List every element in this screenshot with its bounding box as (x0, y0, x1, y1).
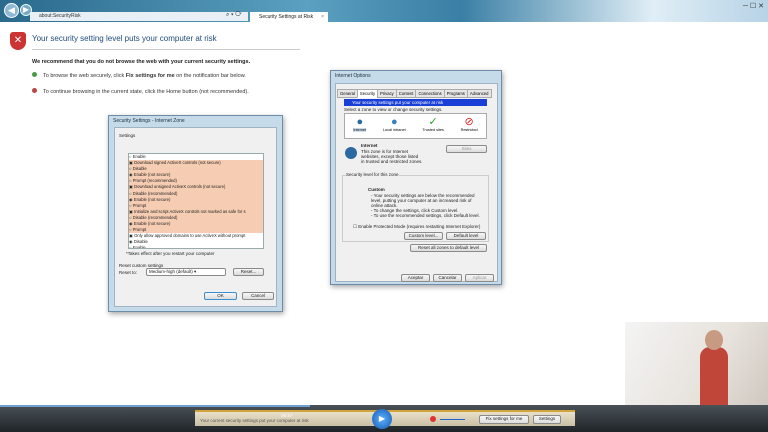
tab-privacy[interactable]: Privacy (377, 89, 397, 98)
search-refresh-icons[interactable]: ⌕ ▾ ⟳ (226, 12, 242, 19)
time-display: 05:47 (281, 413, 293, 418)
zone-local-intranet[interactable]: ● Local intranet (383, 114, 406, 138)
reset-to-select[interactable]: Medium-high (default) ▾ (146, 268, 226, 276)
volume-icon[interactable] (430, 416, 436, 422)
red-shield-icon (32, 88, 37, 93)
custom-level-button[interactable]: Custom level... (404, 232, 443, 240)
zone-description: This zone is for Internet websites, exce… (361, 149, 423, 164)
settings-button[interactable]: Settings (533, 415, 561, 424)
divider (32, 49, 300, 50)
zone-icon: ● (390, 116, 398, 128)
webcam-inset (625, 322, 768, 405)
settings-list[interactable]: ○ Enable ▣ Download signed ActiveX contro… (128, 153, 264, 249)
settings-list-row[interactable]: ○ Enable (129, 245, 263, 248)
zone-internet[interactable]: ● Internet (353, 114, 367, 138)
zone-name: Internet (361, 143, 378, 148)
select-zone-text: Select a zone to view or change security… (344, 107, 443, 112)
address-bar[interactable]: about:SecurityRisk (30, 12, 248, 21)
zone-label: Restricted (460, 128, 478, 132)
notification-text: Your current security settings put your … (200, 418, 309, 423)
tab-programs[interactable]: Programs (443, 89, 468, 98)
zone-trusted-sites[interactable]: ✓ Trusted sites (422, 114, 444, 138)
reset-to-value: Medium-high (default) (149, 269, 193, 274)
green-shield-icon (32, 72, 37, 77)
play-button[interactable]: ▶ (372, 409, 392, 429)
presenter (700, 347, 728, 405)
fix-settings-button[interactable]: Fix settings for me (479, 415, 529, 424)
ok-button[interactable]: OK (204, 292, 237, 300)
level-desc-line: - To use the recommended settings, click… (371, 213, 480, 218)
sites-button[interactable]: Sites (446, 145, 487, 153)
cancel-button[interactable]: Cancelar (433, 274, 462, 282)
zone-icon: ✓ (428, 116, 438, 128)
tab-content[interactable]: Content (395, 89, 417, 98)
zone-restricted[interactable]: ⊘ Restricted (461, 114, 478, 138)
notification-bar: Your current security settings put your … (195, 409, 575, 429)
default-level-button[interactable]: Default level (446, 232, 486, 240)
bullet-text: To browse the web securely, click (43, 73, 126, 79)
shield-warning-icon: ✕ (10, 32, 26, 50)
level-group-label: Security level for this zone (346, 172, 399, 177)
security-settings-dialog: Security Settings - Internet Zone Settin… (108, 115, 283, 312)
dialog-body: Settings ○ Enable ▣ Download signed Activ… (114, 127, 277, 307)
warning-bar: Your security settings put your computer… (344, 99, 487, 106)
internet-options-dialog: Internet Options General Security Privacy C… (330, 70, 502, 285)
cancel-button[interactable]: Cancel (242, 292, 274, 300)
level-name: Custom (368, 187, 385, 192)
restart-note: *Takes effect after you restart your com… (126, 251, 215, 256)
fix-settings-text: Fix settings for me (125, 73, 175, 79)
zone-label: Trusted sites (422, 128, 444, 132)
zone-icon: ⊘ (464, 116, 474, 128)
browser-tab[interactable]: Security Settings at Risk × (250, 12, 328, 22)
settings-list-row[interactable]: ▣ Only allow approved domains to use Act… (129, 233, 263, 239)
protected-mode-label: Enable Protected Mode (requires restarti… (358, 224, 481, 229)
zone-list: ● Internet ● Local intranet ✓ Trusted sites ⊘ R… (344, 113, 487, 139)
tab-title: Security Settings at Risk (259, 14, 314, 20)
bullet-text: To continue browsing in the current stat… (43, 89, 249, 95)
presenter-head (705, 330, 723, 350)
settings-label: Settings (119, 133, 136, 138)
dialog-title: Internet Options (335, 73, 371, 79)
level-desc-line: - Your security settings are below the r… (371, 193, 475, 208)
close-tab-icon[interactable]: × (321, 12, 324, 22)
reset-button[interactable]: Reset... (233, 268, 264, 276)
video-progress[interactable] (0, 405, 310, 407)
zone-label: Internet (353, 128, 367, 132)
tab-security[interactable]: Security (356, 89, 379, 98)
tab-connections[interactable]: Connections (415, 89, 445, 98)
protected-mode-checkbox[interactable]: ☐ Enable Protected Mode (requires restar… (353, 224, 480, 230)
bullet-continue: To continue browsing in the current stat… (32, 88, 249, 95)
tab-bar: General Security Privacy Content Connections… (337, 89, 492, 98)
zone-label: Local intranet (382, 128, 406, 132)
volume-slider[interactable] (440, 419, 465, 420)
back-button[interactable]: ◀ (4, 3, 19, 18)
page-title: Your security setting level puts your co… (32, 34, 217, 43)
accept-button[interactable]: Aceptar (401, 274, 430, 282)
zone-icon: ● (356, 116, 364, 128)
internet-globe-icon (345, 147, 357, 159)
dialog-title: Security Settings - Internet Zone (113, 118, 185, 124)
tab-advanced[interactable]: Advanced (466, 89, 492, 98)
reset-all-zones-button[interactable]: Reset all zones to default level (410, 244, 487, 252)
window-controls[interactable]: ─ ☐ ✕ (743, 2, 764, 10)
recommendation-text: We recommend that you do not browse the … (32, 59, 251, 65)
level-description: - Your security settings are below the r… (371, 193, 481, 218)
apply-button[interactable]: Aplicar (465, 274, 494, 282)
reset-to-label: Reset to: (119, 270, 138, 275)
bullet-text: on the notification bar below. (174, 73, 246, 79)
tab-general[interactable]: General (337, 89, 358, 98)
bullet-fix: To browse the web securely, click Fix se… (32, 72, 246, 79)
